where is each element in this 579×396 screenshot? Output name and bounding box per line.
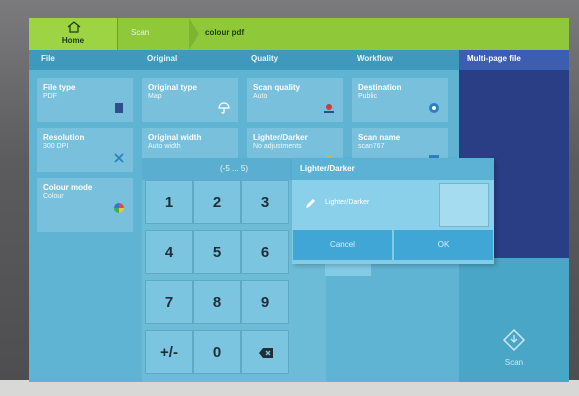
key-2[interactable]: 2 xyxy=(193,180,241,224)
tile-title: Colour mode xyxy=(43,183,93,192)
tile-title: Scan quality xyxy=(253,83,301,92)
key-1[interactable]: 1 xyxy=(145,180,193,224)
tile-title: File type xyxy=(43,83,76,92)
home-button[interactable]: Home xyxy=(29,18,118,50)
document-icon xyxy=(115,103,123,113)
key-6[interactable]: 6 xyxy=(241,230,289,274)
tile-title: Resolution xyxy=(43,133,85,142)
key-4[interactable]: 4 xyxy=(145,230,193,274)
tile-resolution[interactable]: Resolution 300 DPI xyxy=(37,128,133,172)
key-plus-minus[interactable]: +/- xyxy=(145,330,193,374)
column-quality: Quality xyxy=(251,54,279,63)
breadcrumb-separator xyxy=(189,18,199,50)
multi-page-title: Multi-page file xyxy=(459,50,569,70)
tile-scan-quality[interactable]: Scan quality Auto xyxy=(247,78,343,122)
key-3[interactable]: 3 xyxy=(241,180,289,224)
quality-icon xyxy=(324,104,334,113)
key-backspace[interactable] xyxy=(241,330,289,374)
breadcrumb-current: colour pdf xyxy=(205,28,245,37)
tile-value: Auto xyxy=(253,93,268,100)
backspace-icon xyxy=(259,348,273,358)
umbrella-icon xyxy=(218,102,230,114)
key-5[interactable]: 5 xyxy=(193,230,241,274)
tile-file-type[interactable]: File type PDF xyxy=(37,78,133,122)
tile-value: Colour xyxy=(43,193,64,200)
resize-arrows-icon xyxy=(114,153,124,163)
tile-value: Public xyxy=(358,93,378,100)
tile-value: Auto width xyxy=(148,143,181,150)
column-file: File xyxy=(41,54,55,63)
cancel-button[interactable]: Cancel xyxy=(293,230,392,260)
home-label: Home xyxy=(61,36,85,45)
tile-title: Original type xyxy=(148,83,197,92)
tile-title: Scan name xyxy=(358,133,401,142)
key-7[interactable]: 7 xyxy=(145,280,193,324)
scan-label: Scan xyxy=(504,358,524,367)
tile-title: Original width xyxy=(148,133,202,142)
pencil-icon xyxy=(306,199,315,208)
tile-title: Destination xyxy=(358,83,402,92)
tile-title: Lighter/Darker xyxy=(253,133,308,142)
tile-original-type[interactable]: Original type Map xyxy=(142,78,238,122)
dialog-title: Lighter/Darker xyxy=(292,158,494,180)
column-workflow: Workflow xyxy=(357,54,393,63)
breadcrumb-scan[interactable]: Scan xyxy=(117,18,197,50)
tile-colour-mode[interactable]: Colour mode Colour xyxy=(37,178,133,232)
touch-screen: Home Scan colour pdf File Original Quali… xyxy=(29,18,569,382)
key-0[interactable]: 0 xyxy=(193,330,241,374)
column-header-row xyxy=(29,50,459,70)
home-icon xyxy=(67,21,81,33)
ok-button[interactable]: OK xyxy=(394,230,493,260)
lighter-darker-input[interactable] xyxy=(439,183,489,227)
location-pin-icon xyxy=(429,103,439,113)
key-8[interactable]: 8 xyxy=(193,280,241,324)
key-9[interactable]: 9 xyxy=(241,280,289,324)
column-original: Original xyxy=(147,54,178,63)
tile-value: scan767 xyxy=(358,143,385,150)
colour-wheel-icon xyxy=(114,203,124,213)
tile-value: No adjustments xyxy=(253,143,302,150)
scan-button[interactable]: Scan xyxy=(479,318,549,374)
scan-diamond-icon xyxy=(502,328,526,352)
tile-value: 300 DPI xyxy=(43,143,69,150)
device-base xyxy=(0,380,579,396)
tile-value: Map xyxy=(148,93,162,100)
tile-destination[interactable]: Destination Public xyxy=(352,78,448,122)
tile-value: PDF xyxy=(43,93,57,100)
dialog-field-label: Lighter/Darker xyxy=(325,199,370,206)
